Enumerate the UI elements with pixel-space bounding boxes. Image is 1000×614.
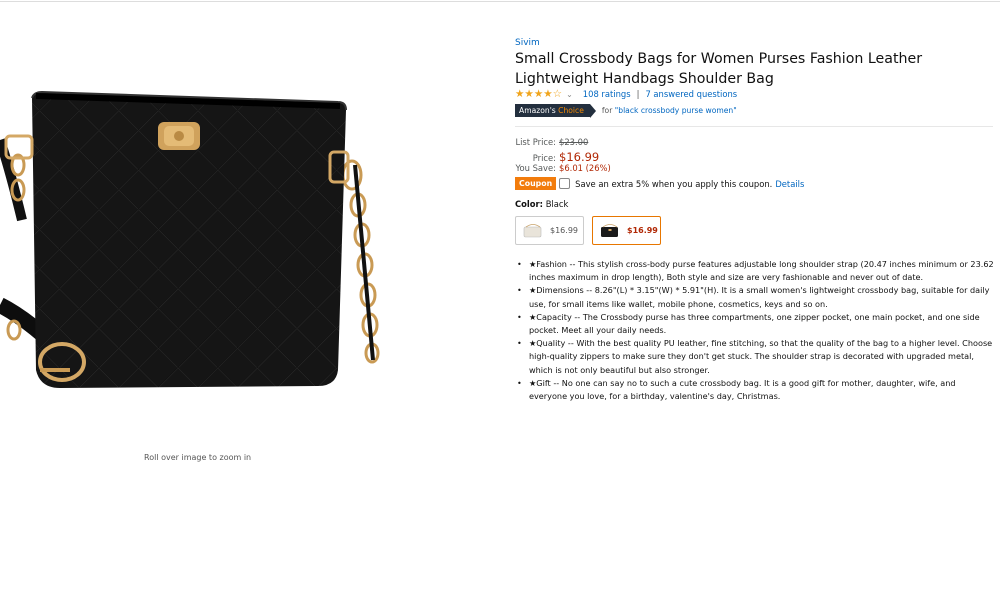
white-bag-thumbnail — [523, 223, 542, 237]
choice-for-prefix: for — [601, 106, 613, 115]
product-image[interactable] — [0, 70, 400, 400]
brand-link[interactable]: Sivim — [515, 38, 540, 48]
swatch-black[interactable]: $16.99 — [592, 216, 661, 245]
coupon-checkbox[interactable] — [559, 178, 571, 189]
zoom-hint: Roll over image to zoom in — [144, 453, 252, 462]
star-rating-icon[interactable]: ★★★★☆ — [515, 88, 562, 100]
color-label: Color: — [515, 199, 544, 209]
swatch-white[interactable]: $16.99 — [515, 216, 584, 245]
color-swatches: $16.99 $16.99 — [515, 216, 669, 245]
page-top-border — [0, 1, 1000, 2]
list-price-value: $23.00 — [559, 137, 589, 147]
coupon-text: Save an extra 5% when you apply this cou… — [575, 178, 773, 189]
choice-for-text: for "black crossbody purse women" — [602, 106, 737, 115]
price-value: $16.99 — [559, 150, 600, 164]
feature-bullets: ★Fashion -- This stylish cross-body purs… — [517, 258, 995, 403]
swatch-white-price: $16.99 — [550, 226, 578, 235]
ratings-count-link[interactable]: 108 ratings — [583, 89, 631, 99]
color-row: Color: Black — [515, 199, 568, 209]
choice-query-link[interactable]: "black crossbody purse women" — [615, 106, 737, 115]
divider — [515, 126, 993, 127]
savings-row: You Save: $6.01 (26%) — [515, 163, 611, 176]
rating-row: ★★★★☆ ⌄ 108 ratings | 7 answered questio… — [515, 88, 737, 100]
color-selected: Black — [545, 199, 569, 209]
black-bag-thumbnail — [601, 223, 618, 237]
coupon-row: Coupon Save an extra 5% when you apply t… — [515, 177, 804, 190]
feature-item: ★Quality -- With the best quality PU lea… — [517, 337, 995, 377]
rating-separator: | — [636, 89, 640, 99]
price-block: List Price: $23.00 Price: $16.99 You Sav… — [515, 137, 611, 176]
coupon-badge: Coupon — [515, 177, 557, 190]
price-label: Price: — [532, 153, 556, 163]
answered-questions-link[interactable]: 7 answered questions — [645, 89, 737, 99]
price-row: Price: $16.99 — [515, 150, 611, 164]
list-price-row: List Price: $23.00 — [515, 137, 611, 150]
product-title: Small Crossbody Bags for Women Purses Fa… — [515, 51, 923, 87]
chevron-down-icon[interactable]: ⌄ — [566, 90, 573, 99]
amazons-choice-row: Amazon's Choice for "black crossbody pur… — [515, 104, 737, 118]
feature-item: ★Capacity -- The Crossbody purse has thr… — [517, 311, 995, 337]
savings-value: $6.01 (26%) — [559, 163, 611, 173]
feature-item: ★Fashion -- This stylish cross-body purs… — [517, 258, 995, 284]
feature-item: ★Gift -- No one can say no to such a cut… — [517, 377, 995, 403]
savings-label: You Save: — [515, 163, 556, 173]
black-quilted-bag-image — [0, 90, 380, 388]
amazons-choice-badge: Amazon's Choice — [515, 104, 596, 118]
choice-badge-suffix: Choice — [558, 106, 584, 115]
swatch-black-price: $16.99 — [627, 226, 658, 235]
list-price-label: List Price: — [515, 137, 556, 147]
feature-item: ★Dimensions -- 8.26"(L) * 3.15"(W) * 5.9… — [517, 284, 995, 310]
choice-badge-prefix: Amazon's — [519, 106, 556, 115]
coupon-details-link[interactable]: Details — [775, 179, 804, 189]
